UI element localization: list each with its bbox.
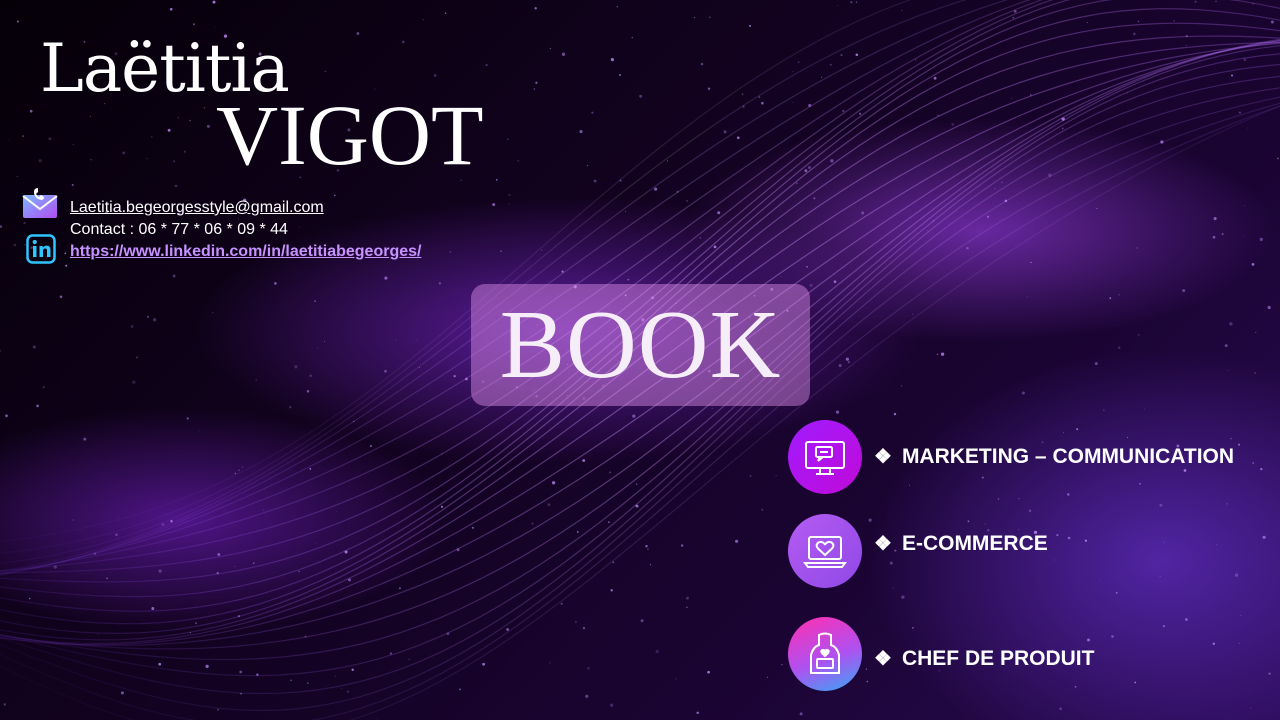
bullet-icon: ❖ — [874, 648, 892, 670]
contact-block: Laetitia.begeorgesstyle@gmail.com Contac… — [70, 197, 421, 263]
envelope-phone-icon — [22, 188, 58, 218]
domain-product: ❖ CHEF DE PRODUIT — [874, 646, 1094, 671]
domain-label-ecommerce: E-COMMERCE — [901, 531, 1048, 555]
bullet-icon: ❖ — [874, 446, 892, 468]
domain-ecommerce: ❖ E-COMMERCE — [874, 531, 1048, 556]
computer-chat-icon — [788, 420, 862, 494]
phone-text: Contact : 06 * 77 * 06 * 09 * 44 — [70, 221, 288, 238]
apron-heart-icon — [788, 617, 862, 691]
domain-label-product: CHEF DE PRODUIT — [901, 646, 1095, 670]
email-link[interactable]: Laetitia.begeorgesstyle@gmail.com — [70, 199, 324, 216]
linkedin-icon — [26, 234, 56, 264]
domain-label-marketing: MARKETING – COMMUNICATION — [901, 444, 1235, 468]
bullet-icon: ❖ — [874, 533, 892, 555]
book-title: BOOK — [499, 291, 782, 399]
last-name: VIGOT — [216, 87, 484, 183]
book-title-box: BOOK — [471, 284, 810, 406]
laptop-heart-icon — [788, 514, 862, 588]
domain-marketing: ❖ MARKETING – COMMUNICATION — [874, 444, 1234, 469]
linkedin-link[interactable]: https://www.linkedin.com/in/laetitiabege… — [70, 243, 421, 260]
